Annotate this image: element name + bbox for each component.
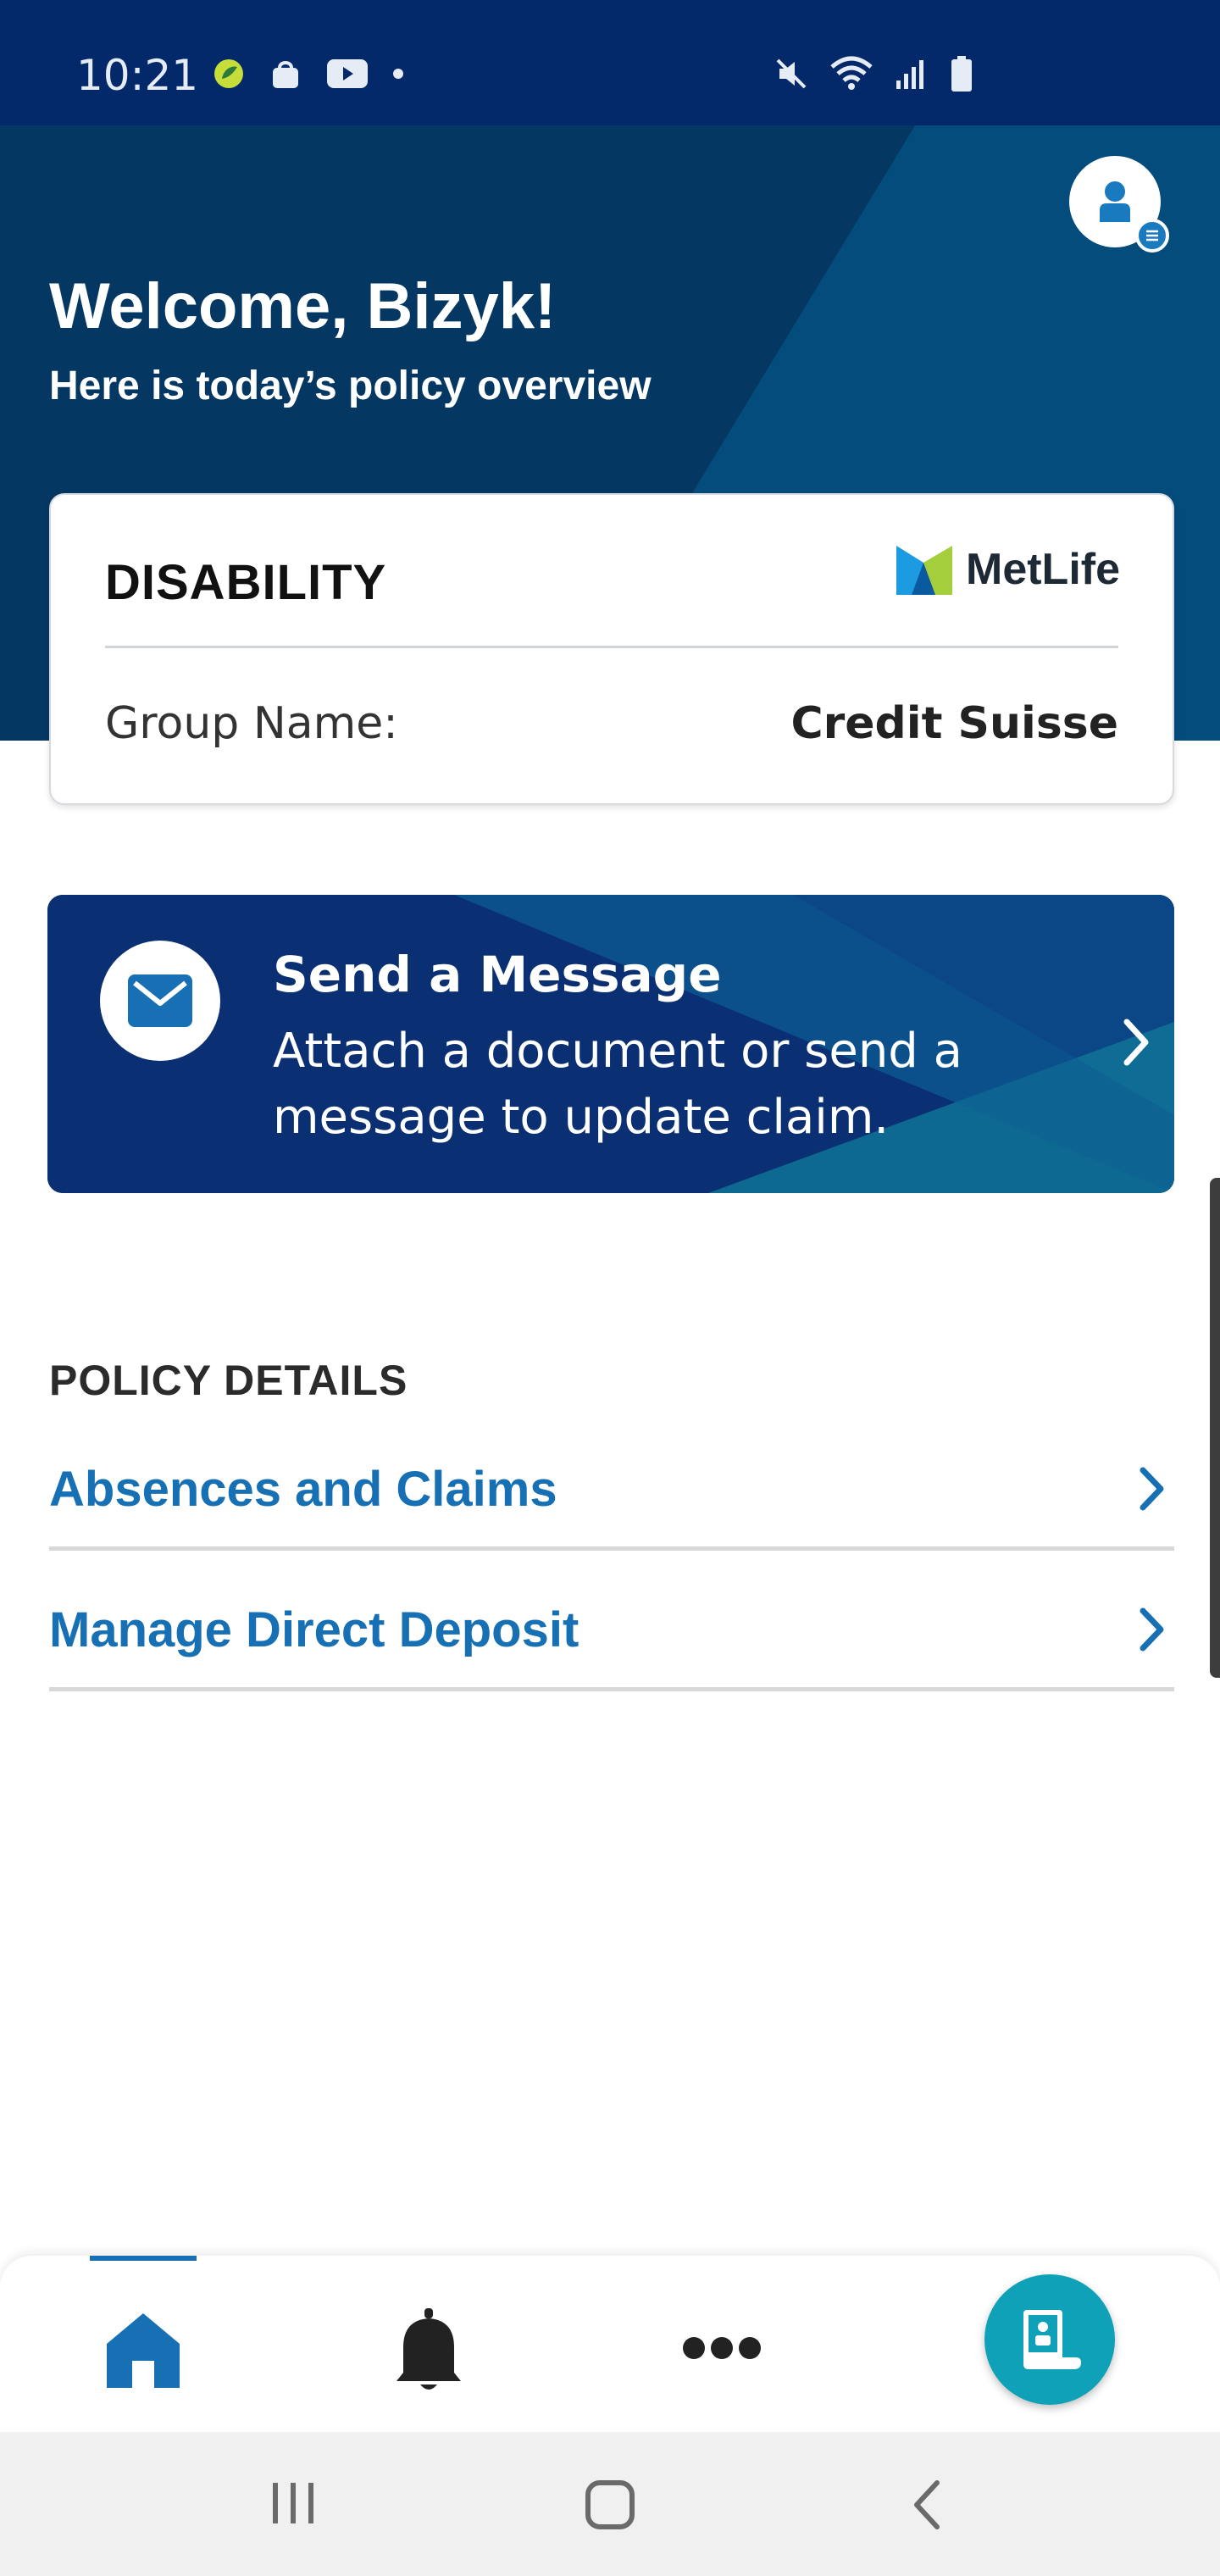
group-name-value: Credit Suisse xyxy=(790,698,1118,749)
group-name-label: Group Name: xyxy=(105,698,398,749)
welcome-heading: Welcome, Bizyk! xyxy=(49,270,557,342)
policy-document-button[interactable] xyxy=(984,2274,1115,2405)
mail-icon xyxy=(128,974,192,1027)
system-navigation-bar xyxy=(0,2432,1220,2576)
nav-active-indicator xyxy=(90,2256,197,2261)
dot-icon xyxy=(391,67,405,85)
chevron-right-icon xyxy=(1120,1017,1151,1072)
send-message-body: Attach a document or send a message to u… xyxy=(273,1024,962,1145)
signal-icon xyxy=(893,55,930,97)
chevron-right-icon xyxy=(1137,1466,1166,1516)
battery-icon xyxy=(949,54,974,97)
bell-icon[interactable] xyxy=(393,2307,464,2399)
shopping-bag-icon xyxy=(268,56,303,96)
status-left-icons xyxy=(212,56,405,96)
status-time: 10:21 xyxy=(76,51,199,100)
more-icon[interactable] xyxy=(681,2335,762,2365)
send-message-banner[interactable]: Send a Message Attach a document or send… xyxy=(47,895,1174,1193)
youtube-icon xyxy=(325,58,369,94)
policy-type: DISABILITY xyxy=(105,555,387,610)
send-message-title: Send a Message xyxy=(273,946,722,1003)
metlife-logo-icon xyxy=(896,546,952,595)
app-leaf-icon xyxy=(212,57,246,95)
chevron-right-icon xyxy=(1137,1607,1166,1657)
policy-document-icon xyxy=(1023,2310,1081,2369)
mail-icon-circle xyxy=(100,941,220,1061)
policy-card[interactable]: DISABILITY MetLife Group Name: Credit Su… xyxy=(49,493,1174,805)
absences-and-claims-label: Absences and Claims xyxy=(49,1462,557,1517)
bottom-navigation xyxy=(0,2256,1220,2432)
menu-badge-icon[interactable] xyxy=(1135,219,1169,253)
manage-direct-deposit-label: Manage Direct Deposit xyxy=(49,1602,580,1657)
recent-apps-icon[interactable] xyxy=(268,2478,319,2533)
metlife-logo: MetLife xyxy=(896,544,1120,595)
metlife-logo-text: MetLife xyxy=(966,545,1120,594)
policy-details-title: POLICY DETAILS xyxy=(49,1357,408,1404)
home-system-icon[interactable] xyxy=(583,2478,637,2536)
manage-direct-deposit-link[interactable]: Manage Direct Deposit xyxy=(49,1556,1174,1691)
status-bar: 10:21 xyxy=(0,0,1220,125)
mute-icon xyxy=(773,55,810,97)
scrollbar-handle[interactable] xyxy=(1210,1178,1220,1678)
welcome-subtitle: Here is today’s policy overview xyxy=(49,364,652,408)
back-icon[interactable] xyxy=(907,2478,949,2536)
policy-divider xyxy=(105,646,1118,648)
absences-and-claims-link[interactable]: Absences and Claims xyxy=(49,1415,1174,1551)
home-icon[interactable] xyxy=(102,2307,185,2396)
status-right-icons xyxy=(773,54,974,97)
wifi-icon xyxy=(829,55,874,97)
